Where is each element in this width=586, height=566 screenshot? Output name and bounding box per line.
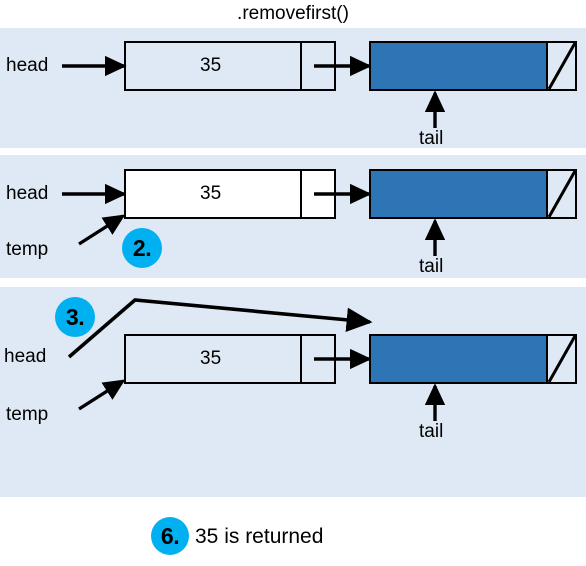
- node-value-1: 35: [200, 55, 222, 76]
- step-badge-3: 3.: [55, 297, 95, 337]
- node-value-2: 35: [200, 183, 222, 204]
- tail-label-1: tail: [419, 128, 444, 149]
- tail-label-3: tail: [419, 421, 444, 442]
- tail-label-2: tail: [419, 256, 444, 277]
- returned-value-text: 35 is returned: [195, 525, 324, 548]
- temp-label-2: temp: [6, 239, 49, 260]
- node-value-3: 35: [200, 348, 222, 369]
- head-label-1: head: [6, 55, 49, 76]
- step-panel-1: [0, 28, 586, 148]
- head-label-3: head: [4, 346, 47, 367]
- head-label-2: head: [6, 183, 49, 204]
- step-panel-2: [0, 155, 586, 278]
- step-badge-2: 2.: [122, 228, 162, 268]
- temp-label-3: temp: [6, 404, 49, 425]
- step-badge-6: 6.: [151, 517, 189, 555]
- diagram-canvas: .removefirst() head 35 tail head 35 temp…: [0, 0, 586, 566]
- diagram-title: .removefirst(): [237, 3, 349, 24]
